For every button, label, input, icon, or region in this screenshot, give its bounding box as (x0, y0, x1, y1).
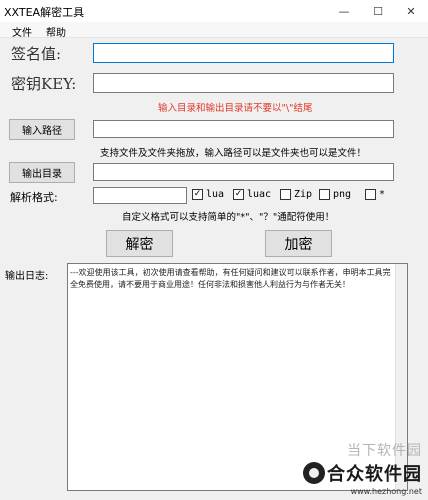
title-bar: XXTEA解密工具 — ☐ ✕ (0, 0, 428, 22)
input-path-field[interactable] (93, 120, 394, 138)
format-luac[interactable]: ✓ luac (233, 189, 271, 200)
path-warning: 输入目录和输出目录请不要以"\"结尾 (158, 103, 313, 114)
png-checkbox[interactable] (319, 189, 330, 200)
luac-checkbox[interactable]: ✓ (233, 189, 244, 200)
format-label: 解析格式: (10, 191, 58, 204)
input-path-button[interactable]: 输入路径 (9, 119, 75, 140)
png-label: png (333, 189, 352, 200)
luac-label: luac (247, 189, 272, 200)
output-dir-button[interactable]: 输出目录 (9, 162, 75, 183)
format-lua[interactable]: ✓ lua (192, 189, 224, 200)
zip-checkbox[interactable] (280, 189, 291, 200)
watermark: 当下软件园 合众软件园 www.hezhong.net (303, 440, 422, 496)
log-text: ---欢迎使用该工具，初次使用请查看帮助，有任何疑问和建议可以联系作者，申明本工… (70, 268, 391, 289)
lua-label: lua (206, 189, 225, 200)
custom-format-input[interactable] (93, 187, 187, 204)
format-wildcard[interactable]: * (365, 189, 385, 200)
wildcard-label: * (379, 189, 386, 200)
wildcard-checkbox[interactable] (365, 189, 376, 200)
format-png[interactable]: png (319, 189, 351, 200)
signature-input[interactable] (93, 43, 394, 63)
key-label: 密钥KEY: (11, 75, 77, 93)
drag-drop-hint: 支持文件及文件夹拖放，输入路径可以是文件夹也可以是文件！ (100, 148, 367, 159)
menu-file[interactable]: 文件 (12, 24, 32, 39)
window-title: XXTEA解密工具 (4, 6, 85, 19)
zip-label: Zip (294, 189, 313, 200)
key-input[interactable] (93, 73, 394, 93)
watermark-name: 合众软件园 (327, 464, 422, 485)
encrypt-button[interactable]: 加密 (265, 230, 332, 257)
decrypt-button[interactable]: 解密 (106, 230, 173, 257)
minimize-button[interactable]: — (327, 0, 361, 22)
watermark-logo-icon (303, 462, 325, 484)
menu-bar: 文件 帮助 (0, 22, 428, 39)
format-zip[interactable]: Zip (280, 189, 312, 200)
close-button[interactable]: ✕ (394, 0, 428, 22)
signature-label: 签名值: (11, 45, 62, 63)
maximize-button[interactable]: ☐ (361, 0, 395, 22)
watermark-url: www.hezhong.net (350, 487, 422, 496)
menu-help[interactable]: 帮助 (46, 24, 66, 39)
wildcard-hint: 自定义格式可以支持简单的"*"、"？"通配符使用！ (122, 212, 335, 223)
watermark-top-text: 当下软件园 (347, 443, 422, 459)
lua-checkbox[interactable]: ✓ (192, 189, 203, 200)
log-label: 输出日志: (5, 271, 49, 282)
output-dir-field[interactable] (93, 163, 394, 181)
